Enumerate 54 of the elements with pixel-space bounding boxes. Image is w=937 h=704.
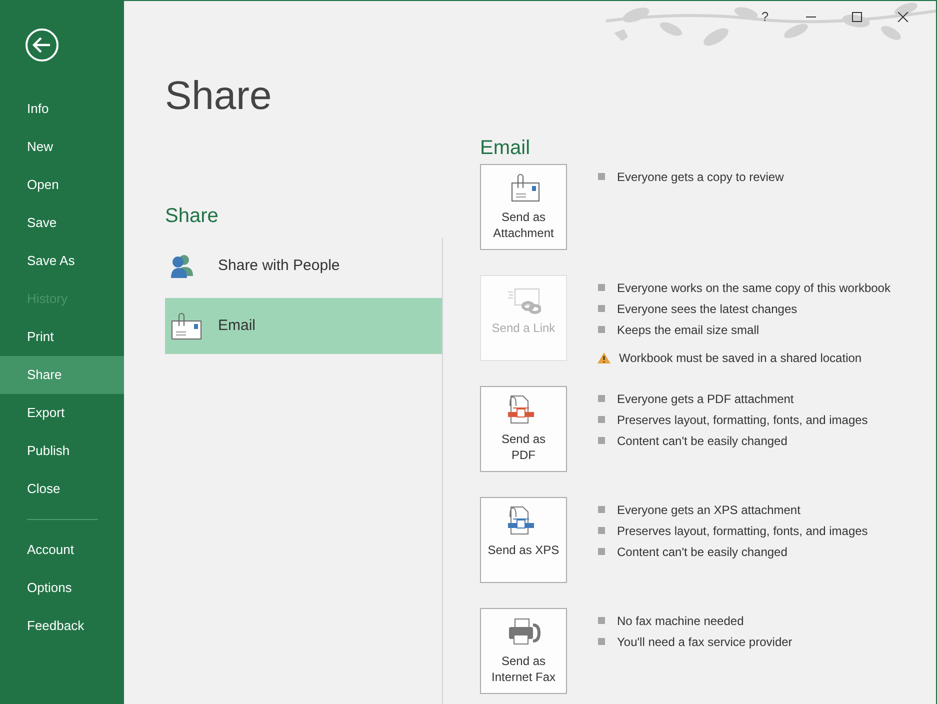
envelope-icon xyxy=(171,312,203,340)
bullet-icon xyxy=(598,638,605,645)
bullet-icon xyxy=(598,326,605,333)
menu-item[interactable]: Account xyxy=(0,531,124,569)
section-heading: Share xyxy=(165,204,220,228)
send-option-button[interactable]: Send as Attachment xyxy=(480,164,567,250)
share-option[interactable]: Email xyxy=(165,298,442,354)
note-text: Everyone gets a PDF attachment xyxy=(617,390,794,408)
send-option-button[interactable]: Send as XPS xyxy=(480,497,567,583)
help-button[interactable]: ? xyxy=(742,5,788,29)
note-text: Preserves layout, formatting, fonts, and images xyxy=(617,522,868,540)
bullet-icon xyxy=(598,305,605,312)
menu-item[interactable]: Save xyxy=(0,204,124,242)
note-text: Everyone gets an XPS attachment xyxy=(617,502,800,518)
bullet-icon xyxy=(598,548,605,555)
note-text: Content can't be easily changed xyxy=(617,544,788,560)
close-icon xyxy=(897,12,909,22)
menu-item[interactable]: Info xyxy=(0,90,124,128)
note-text: No fax machine needed xyxy=(617,612,744,630)
bullet-icon xyxy=(598,416,605,423)
menu-item[interactable]: Close xyxy=(0,470,124,508)
section-heading: Email xyxy=(480,136,532,160)
bullet-icon xyxy=(598,284,605,291)
send-option-button[interactable]: Send as Internet Fax xyxy=(480,608,567,694)
note-text: Workbook must be saved in a shared location xyxy=(619,350,862,366)
note-text: Everyone sees the latest changes xyxy=(617,300,798,318)
menu-item[interactable]: Open xyxy=(0,166,124,204)
menu-item[interactable]: New xyxy=(0,128,124,166)
menu-item[interactable]: Options xyxy=(0,569,124,607)
bullet-icon xyxy=(598,617,605,624)
note-text: Everyone gets a copy to review xyxy=(617,168,784,186)
bullet-icon xyxy=(598,527,605,534)
note-text: You'll need a fax service provider xyxy=(617,634,792,650)
menu-item[interactable]: Share xyxy=(0,356,124,394)
send-option-button[interactable]: Send as PDF xyxy=(480,386,567,472)
note-text: Content can't be easily changed xyxy=(617,432,788,450)
maximize-icon xyxy=(851,12,863,22)
fax-icon xyxy=(506,617,540,647)
note-text: Everyone works on the same copy of this workbook xyxy=(617,280,890,296)
bullet-icon xyxy=(598,437,605,444)
menu-item[interactable]: Export xyxy=(0,394,124,432)
bullet-icon xyxy=(598,395,605,402)
note-text: Preserves layout, formatting, fonts, and images xyxy=(617,412,868,428)
bullet-icon xyxy=(598,506,605,513)
menu-item[interactable]: Feedback xyxy=(0,607,124,645)
note-text: Keeps the email size small xyxy=(617,322,760,338)
menu-item[interactable]: Print xyxy=(0,318,124,356)
page-title: Share xyxy=(165,73,273,120)
menu-item[interactable]: Publish xyxy=(0,432,124,470)
menu-item[interactable]: Save As xyxy=(0,242,124,280)
share-option[interactable]: Share with People xyxy=(165,238,442,294)
warning-icon xyxy=(597,352,611,364)
back-button[interactable] xyxy=(25,28,59,62)
bullet-icon xyxy=(598,173,605,180)
